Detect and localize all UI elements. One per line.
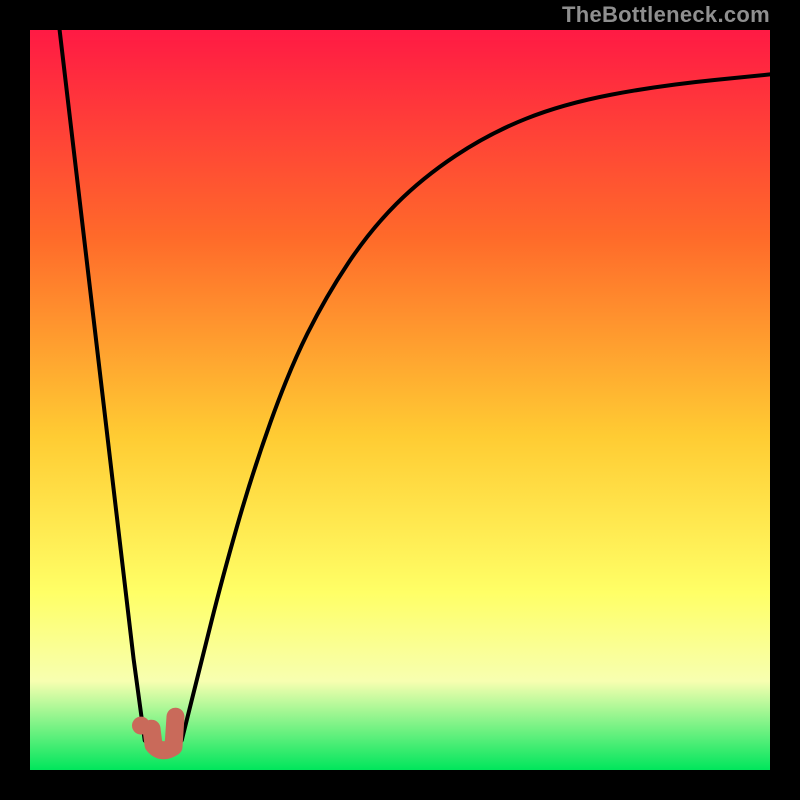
bottleneck-chart xyxy=(30,30,770,770)
chart-frame: TheBottleneck.com xyxy=(0,0,800,800)
watermark-text: TheBottleneck.com xyxy=(562,2,770,28)
optimum-dot-marker xyxy=(132,717,150,735)
gradient-background xyxy=(30,30,770,770)
plot-area xyxy=(30,30,770,770)
